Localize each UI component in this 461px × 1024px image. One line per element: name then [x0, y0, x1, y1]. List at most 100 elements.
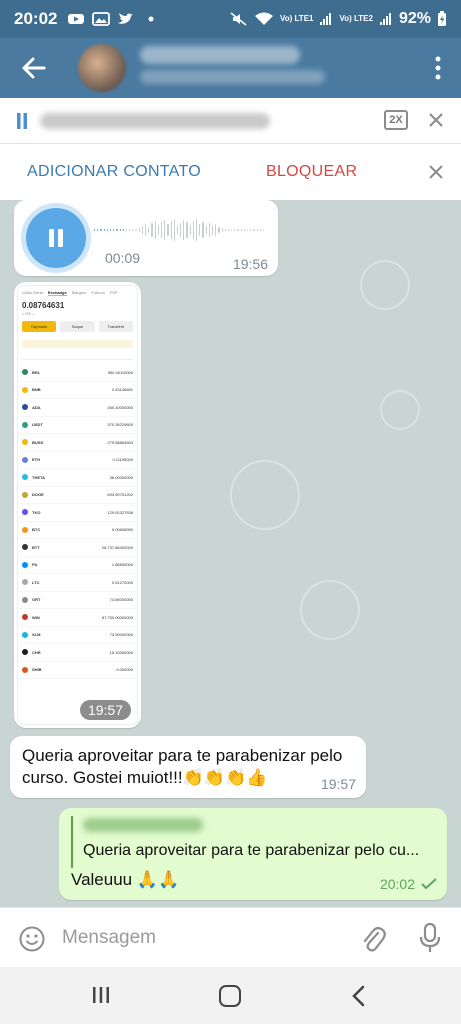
waveform-bar [221, 228, 223, 232]
message-time: 19:57 [320, 776, 356, 792]
shot-tab: Exchange [47, 290, 67, 296]
shot-balance: 0.08764631 [22, 301, 65, 310]
audio-player-bar: 2X [0, 98, 461, 144]
voice-message[interactable]: 00:09 19:56 [14, 200, 278, 276]
coin-amount: 28,737.86300000 [101, 544, 133, 550]
shot-coin-row: CHR 15.10000000 [18, 644, 137, 662]
nav-back-icon[interactable] [351, 985, 365, 1007]
shot-coin-row: BRL 950.40110000 [18, 364, 137, 382]
coin-symbol: SHIB [32, 667, 42, 673]
shot-tab: Margem [71, 290, 87, 295]
waveform-bar [148, 227, 150, 233]
block-button[interactable]: BLOQUEAR [266, 163, 357, 181]
emoji-icon[interactable] [18, 925, 46, 953]
waveform-bar [119, 229, 121, 231]
waveform-bar [192, 221, 194, 239]
coin-icon [22, 509, 28, 516]
audio-track-title[interactable] [40, 113, 270, 129]
reply-text: Queria aproveitar para te parabenizar pe… [83, 842, 420, 859]
playback-speed-button[interactable]: 2X [384, 110, 408, 130]
coin-amount: 0.000000 [116, 667, 133, 673]
coin-icon [22, 649, 28, 656]
waveform-bar [247, 229, 249, 231]
home-button-icon[interactable] [219, 985, 241, 1007]
coin-amount: 15.10000000 [109, 649, 133, 655]
status-time: 20:02 [14, 9, 58, 28]
shot-coin-row: DOGE 693.90751202 [18, 487, 137, 504]
waveform-bar [208, 223, 210, 237]
waveform-bar [167, 224, 169, 236]
voice-waveform[interactable] [94, 218, 265, 242]
waveform-bar [138, 228, 140, 232]
waveform-bar [183, 220, 185, 240]
lte2-label: Vo) LTE2 [339, 14, 373, 23]
coin-amount: 36.00000000 [109, 474, 133, 480]
notification-dot-icon [148, 16, 154, 22]
voice-duration: 00:09 [105, 250, 141, 266]
coin-symbol: BNB [32, 387, 41, 393]
waveform-bar [259, 229, 261, 231]
shot-tab: Futuros [91, 290, 105, 295]
waveform-bar [109, 229, 112, 231]
waveform-bar [132, 229, 134, 231]
shot-coin-row: XLM 73.90000000 [18, 627, 137, 644]
outgoing-message[interactable]: Queria aproveitar para te parabenizar pe… [59, 808, 447, 900]
reply-author [83, 818, 203, 832]
coin-icon [22, 544, 28, 551]
dismiss-bar-icon[interactable] [428, 164, 444, 180]
waveform-bar [116, 229, 118, 231]
recent-apps-icon[interactable] [92, 986, 110, 1004]
contact-name[interactable] [140, 46, 300, 64]
coin-symbol: ETH [32, 457, 40, 463]
coin-amount: 950.40110000 [107, 369, 133, 375]
coin-symbol: BTC [32, 527, 41, 533]
voice-pause-button[interactable] [26, 208, 86, 268]
shot-coin-row: TKO 129.92327536 [18, 504, 137, 522]
coin-amount: 129.92327536 [107, 509, 133, 515]
signal-icon [320, 13, 332, 25]
waveform-bar [202, 222, 204, 238]
paperclip-icon[interactable] [360, 924, 386, 954]
twitter-icon [118, 13, 134, 24]
waveform-bar [94, 229, 96, 231]
waveform-bar [100, 229, 102, 231]
waveform-bar [97, 229, 99, 231]
mute-icon [230, 12, 247, 26]
microphone-icon[interactable] [418, 922, 442, 954]
photo-message[interactable]: Visão Geral Exchange Margem Futuros P2P 0.08… [14, 282, 141, 728]
message-input[interactable] [62, 922, 342, 954]
incoming-message[interactable]: Queria aproveitar para te parabenizar pe… [10, 736, 366, 798]
waveform-bar [106, 229, 108, 231]
waveform-bar [141, 226, 143, 234]
reply-quote[interactable]: Queria aproveitar para te parabenizar pe… [71, 816, 437, 868]
pause-icon[interactable] [16, 112, 28, 130]
avatar[interactable] [78, 44, 126, 92]
coin-icon [22, 456, 28, 463]
coin-icon [22, 369, 28, 376]
chat-area[interactable]: 00:09 19:56 Visão Geral Exchange Margem Fut… [0, 200, 461, 907]
shot-coin-row: BTT 28,737.86300000 [18, 539, 137, 557]
coin-amount: 370.35229600 [107, 422, 133, 428]
shot-coin-row: FIL 1.66830000 [18, 557, 137, 574]
coin-amount: 279.58864663 [107, 439, 133, 445]
add-contact-button[interactable]: ADICIONAR CONTATO [27, 163, 201, 181]
coin-symbol: LTC [32, 579, 40, 585]
back-arrow-icon[interactable] [20, 54, 48, 82]
coin-amount: 2.43146651 [111, 387, 133, 393]
waveform-bar [113, 229, 115, 231]
waveform-bar [215, 224, 217, 236]
waveform-bar [205, 226, 207, 234]
wifi-icon [255, 12, 273, 25]
message-time: 20:02 [379, 876, 415, 892]
shot-tab: Visão Geral [22, 290, 43, 295]
contact-action-bar: ADICIONAR CONTATO BLOQUEAR [0, 144, 461, 200]
menu-dots-icon[interactable] [435, 56, 441, 80]
waveform-bar [227, 229, 230, 231]
battery-icon [438, 11, 446, 26]
waveform-bar [231, 229, 233, 231]
coin-amount: 0.11195000 [112, 457, 133, 463]
close-icon[interactable] [428, 112, 444, 128]
photo-thumbnail[interactable]: Visão Geral Exchange Margem Futuros P2P 0.08… [17, 285, 138, 725]
coin-symbol: THETA [32, 474, 46, 480]
waveform-bar [129, 229, 131, 231]
